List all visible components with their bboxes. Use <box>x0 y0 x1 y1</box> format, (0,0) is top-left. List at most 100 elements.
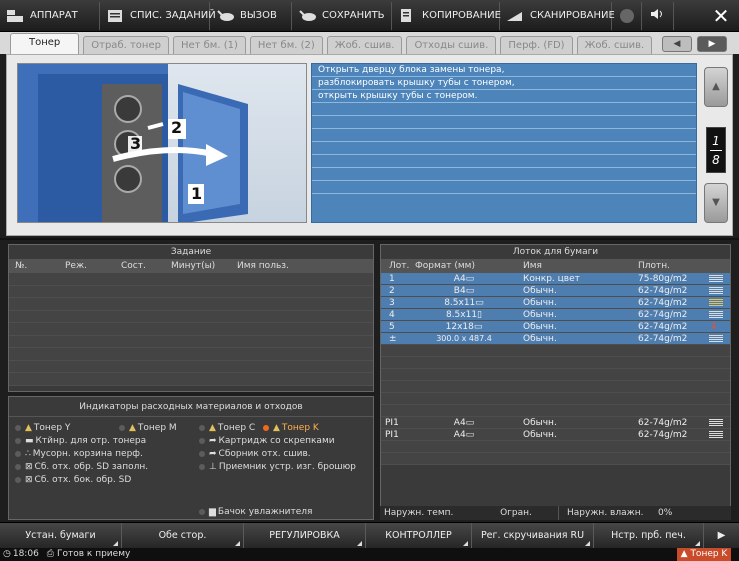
tab-no-paper-1[interactable]: Нет бм. (1) <box>172 36 246 54</box>
scan-button[interactable]: СКАНИРОВАНИЕ <box>500 1 615 30</box>
instruction-line: Открыть дверцу блока замены тонера, <box>312 64 696 77</box>
table-row[interactable]: 1 A4▭ Конкр. цвет 75-80g/m2 <box>381 273 730 285</box>
status-dot <box>15 438 21 444</box>
volume-button[interactable] <box>642 1 674 30</box>
waste-box-icon: ▬ <box>25 436 34 446</box>
environment-status-bar: Наружн. темп. Огран. Наружн. влажн. 0% <box>380 506 731 520</box>
instruction-line-empty <box>312 142 696 155</box>
printer-status-icon: ⎙ <box>46 549 54 559</box>
duplex-button[interactable]: Обе стор. <box>122 523 244 549</box>
table-row[interactable] <box>9 298 373 311</box>
instruction-line-empty <box>312 155 696 168</box>
paper-level-icon <box>706 309 730 320</box>
toner-icon: ▲ <box>209 423 216 433</box>
table-row[interactable]: PI1 A4▭ Обычн. 62-74g/m2 <box>381 429 730 441</box>
tab-punch-fd[interactable]: Перф. (FD) <box>500 36 573 54</box>
paper-settings-button[interactable]: Устан. бумаги <box>0 523 122 549</box>
close-button[interactable]: ✕ <box>709 4 733 28</box>
tray-table-header: Лот. Формат (мм) Имя Плотн. <box>381 260 730 273</box>
table-row[interactable]: ±300.0 x 487.4 Обычн. 62-74g/m2 <box>381 333 730 345</box>
table-row[interactable]: 4 8.5x11▯ Обычн. 62-74g/m2 <box>381 309 730 321</box>
table-row[interactable] <box>9 285 373 298</box>
status-dot <box>15 464 21 470</box>
table-row[interactable] <box>381 405 730 417</box>
page-total: 8 <box>712 153 720 167</box>
table-row[interactable] <box>9 373 373 386</box>
staple-icon: ➦ <box>209 449 217 459</box>
curl-adjust-button[interactable]: Рег. скручивания RU <box>472 523 594 549</box>
paper-tray-panel: Лоток для бумаги Лот. Формат (мм) Имя Пл… <box>380 244 731 520</box>
paper-level-icon <box>706 429 730 440</box>
save-icon <box>298 9 316 23</box>
status-dot <box>15 477 21 483</box>
table-row[interactable]: 2 B4▭ Обычн. 62-74g/m2 <box>381 285 730 297</box>
indicator-sd-waste: ⊠ Сб. отх. обр. SD заполн. <box>15 462 148 472</box>
paper-level-icon <box>706 273 730 284</box>
indicator-booklet-tray: ⊥ Приемник устр. изг. брошюр <box>199 462 356 472</box>
page-down-button[interactable]: ▼ <box>704 183 728 223</box>
table-row[interactable] <box>9 273 373 286</box>
adjustment-button[interactable]: РЕГУЛИРОВКА <box>244 523 366 549</box>
staple-icon: ➦ <box>209 436 217 446</box>
instruction-line-empty <box>312 116 696 129</box>
table-row[interactable]: 3 8.5x11▭ Обычн. 62-74g/m2 <box>381 297 730 309</box>
controller-button[interactable]: КОНТРОЛЛЕР <box>366 523 472 549</box>
step-label-3: 3 <box>130 134 142 153</box>
table-row[interactable] <box>381 357 730 369</box>
test-print-button[interactable]: Нстр. прб. печ. <box>594 523 704 549</box>
tab-no-paper-2[interactable]: Нет бм. (2) <box>249 36 323 54</box>
table-row[interactable] <box>381 345 730 357</box>
job-panel: Задание №. Реж. Сост. Минут(ы) Имя польз… <box>8 244 374 392</box>
instruction-line: открыть крышку тубы с тонером. <box>312 90 696 103</box>
table-row[interactable] <box>381 453 730 465</box>
status-footer: ◷ 18:06 ⎙ Готов к приему <box>0 548 739 561</box>
indicators-title: Индикаторы расходных материалов и отходо… <box>9 397 373 417</box>
table-row[interactable] <box>9 310 373 323</box>
recall-button[interactable]: ВЫЗОВ <box>210 1 292 30</box>
table-row[interactable] <box>9 323 373 336</box>
warning-icon: ▲ <box>680 549 688 559</box>
tab-staple-waste[interactable]: Отходы сшив. <box>406 36 497 54</box>
machine-status-text: Готов к приему <box>57 549 131 559</box>
tab-waste-toner[interactable]: Отраб. тонер <box>83 36 169 54</box>
col-tray: Лот. <box>389 261 410 271</box>
table-row[interactable] <box>381 369 730 381</box>
paper-low-warning-icon: ⇓ <box>710 321 719 332</box>
instruction-text-area: Открыть дверцу блока замены тонера, разб… <box>311 63 697 223</box>
table-row[interactable] <box>9 335 373 348</box>
table-row[interactable] <box>9 348 373 361</box>
table-row[interactable] <box>9 360 373 373</box>
tab-scroll-right[interactable]: ▶ <box>697 36 727 52</box>
col-mode: Реж. <box>65 261 87 271</box>
copy-icon <box>398 8 416 23</box>
bottom-function-bar: Устан. бумаги Обе стор. РЕГУЛИРОВКА КОНТ… <box>0 522 739 549</box>
instruction-line-empty <box>312 181 696 194</box>
col-size: Формат (мм) <box>415 261 475 271</box>
tab-staple-1[interactable]: Жоб. сшив. <box>326 36 403 54</box>
toner-icon: ▲ <box>273 423 280 433</box>
tab-toner[interactable]: Тонер <box>10 33 80 54</box>
table-row[interactable] <box>381 393 730 405</box>
job-list-button[interactable]: СПИС. ЗАДАНИЙ <box>100 1 216 30</box>
tab-staple-2[interactable]: Жоб. сшив. <box>576 36 653 54</box>
table-row[interactable]: PI1 A4▭ Обычн. 62-74g/m2 <box>381 417 730 429</box>
bottom-scroll-right-button[interactable]: ▶ <box>704 523 739 549</box>
col-state: Сост. <box>121 261 146 271</box>
list-icon <box>106 9 124 23</box>
machine-button[interactable]: АППАРАТ <box>0 1 100 30</box>
recall-icon <box>216 9 234 23</box>
table-row[interactable] <box>381 441 730 453</box>
save-button[interactable]: СОХРАНИТЬ <box>292 1 392 30</box>
tray-panel-title: Лоток для бумаги <box>381 245 730 260</box>
copy-button[interactable]: КОПИРОВАНИЕ <box>392 1 501 30</box>
globe-button[interactable] <box>612 1 642 30</box>
tab-scroll-left[interactable]: ◀ <box>662 36 692 52</box>
table-row[interactable]: 5 12x18▭ Обычн. 62-74g/m2 ⇓ <box>381 321 730 333</box>
page-up-button[interactable]: ▲ <box>704 67 728 107</box>
status-dot <box>119 425 125 431</box>
table-row[interactable] <box>381 381 730 393</box>
job-table-header: №. Реж. Сост. Минут(ы) Имя польз. <box>9 260 373 273</box>
indicator-toner-c: ▲ Тонер C <box>199 423 255 433</box>
toner-warning-badge[interactable]: ▲ Тонер K <box>677 548 731 561</box>
indicator-waste-toner: ▬ Ктйнр. для отр. тонера <box>15 436 146 446</box>
